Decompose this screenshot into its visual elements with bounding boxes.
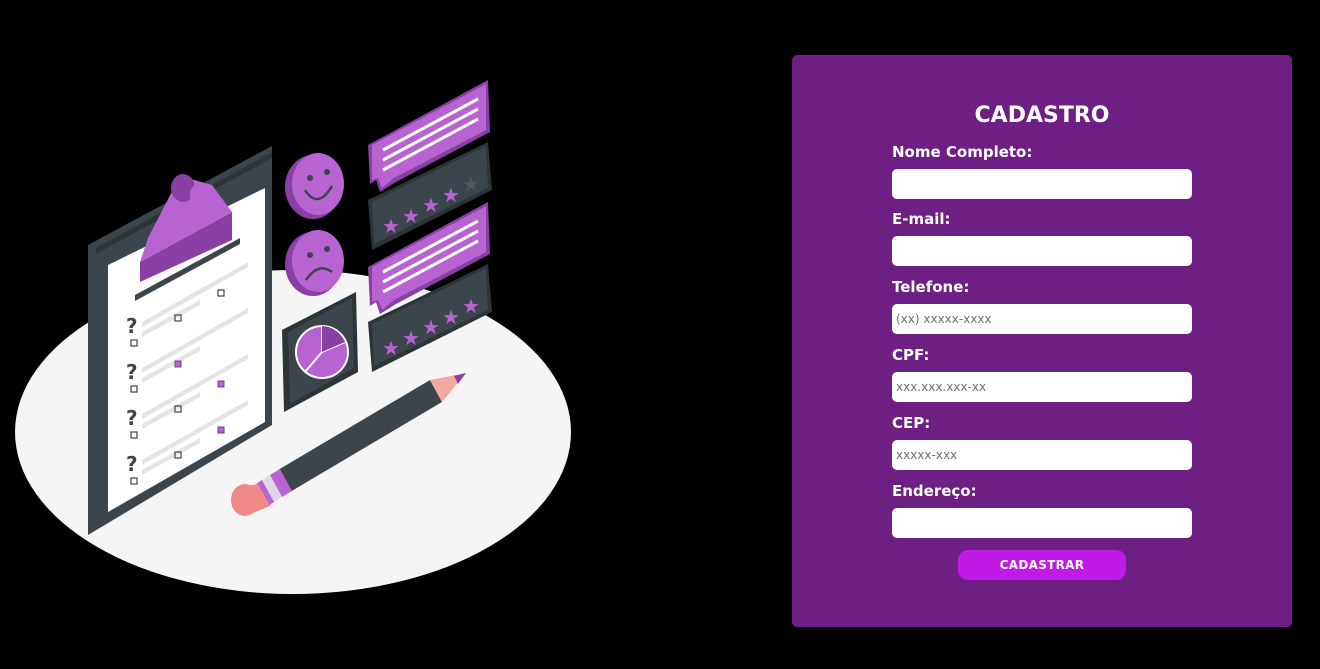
address-field-group: Endereço: — [892, 482, 1192, 538]
full-name-label: Nome Completo: — [892, 143, 1033, 161]
svg-text:★: ★ — [382, 214, 400, 238]
svg-text:★: ★ — [422, 315, 440, 339]
email-field-group: E-mail: — [892, 210, 1192, 266]
cep-field-group: CEP: — [892, 414, 1192, 470]
svg-text:★: ★ — [462, 172, 480, 196]
svg-text:?: ? — [126, 406, 138, 430]
email-input[interactable] — [892, 236, 1192, 266]
phone-label: Telefone: — [892, 278, 970, 296]
address-label: Endereço: — [892, 482, 977, 500]
svg-text:★: ★ — [442, 305, 460, 329]
form-title: CADASTRO — [974, 103, 1110, 128]
cep-input[interactable] — [892, 440, 1192, 470]
full-name-input[interactable] — [892, 169, 1192, 199]
phone-field-group: Telefone: — [892, 278, 1192, 334]
svg-text:★: ★ — [442, 183, 460, 207]
svg-text:?: ? — [126, 452, 138, 476]
svg-text:★: ★ — [462, 294, 480, 318]
happy-face-icon — [285, 153, 344, 219]
survey-clipboard-illustration: ? ? ? ? ★ ★ ★ ★ ★ ★ ★ ★ ★ ★ — [15, 80, 571, 594]
address-input[interactable] — [892, 508, 1192, 538]
cpf-label: CPF: — [892, 346, 930, 364]
svg-text:★: ★ — [382, 336, 400, 360]
phone-input[interactable] — [892, 304, 1192, 334]
svg-text:★: ★ — [422, 193, 440, 217]
email-label: E-mail: — [892, 210, 951, 228]
cpf-input[interactable] — [892, 372, 1192, 402]
cep-label: CEP: — [892, 414, 931, 432]
submit-button[interactable]: CADASTRAR — [958, 550, 1126, 580]
svg-text:★: ★ — [402, 326, 420, 350]
svg-text:★: ★ — [402, 204, 420, 228]
svg-text:?: ? — [126, 314, 138, 338]
cpf-field-group: CPF: — [892, 346, 1192, 402]
full-name-field-group: Nome Completo: — [892, 143, 1192, 199]
registration-form: CADASTRO Nome Completo: E-mail: Telefone… — [792, 55, 1292, 627]
svg-text:?: ? — [126, 360, 138, 384]
